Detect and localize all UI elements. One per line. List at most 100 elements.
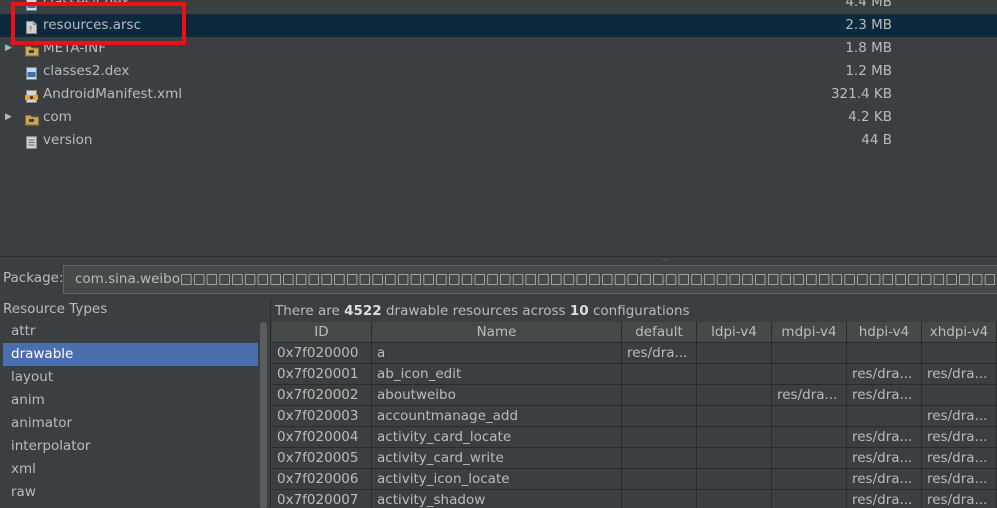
tree-item-name: AndroidManifest.xml: [43, 86, 182, 102]
resource-type-anim[interactable]: anim: [3, 389, 258, 412]
resource-types-panel: Resource Types attr drawable layout anim ani…: [0, 298, 271, 508]
column-header[interactable]: ID: [272, 322, 372, 343]
table-cell: res/dra...: [922, 406, 997, 427]
table-cell: res/dra...: [622, 343, 697, 364]
table-cell: [697, 406, 772, 427]
table-header: ID Name default ldpi-v4 mdpi-v4 hdpi-v4 xhdpi-…: [272, 322, 997, 343]
table-cell: [697, 343, 772, 364]
table-cell: res/dra...: [922, 448, 997, 469]
table-cell: [697, 469, 772, 490]
summary-prefix: There are: [275, 303, 345, 319]
resource-type-raw[interactable]: raw: [3, 481, 258, 504]
tree-row[interactable]: ? resources.arsc 2.3 MB: [0, 14, 997, 37]
table-summary: There are 4522 drawable resources across…: [275, 303, 690, 319]
tree-row[interactable]: classes2.dex 1.2 MB: [0, 60, 997, 83]
table-cell: res/dra...: [922, 469, 997, 490]
table-row[interactable]: 0x7f020003 accountmanage_add res/dra...: [272, 406, 997, 427]
package-field[interactable]: com.sina.weibo□□□□□□□□□□□□□□□□□□□□□□□□□□…: [63, 265, 997, 294]
table-cell: [697, 427, 772, 448]
file-icon: ?: [25, 19, 38, 34]
column-header[interactable]: mdpi-v4: [772, 322, 847, 343]
table-cell: 0x7f020007: [272, 490, 372, 508]
table-cell: 0x7f020006: [272, 469, 372, 490]
resource-type-animator[interactable]: animator: [3, 412, 258, 435]
column-header[interactable]: xhdpi-v4: [922, 322, 997, 343]
table-cell: ab_icon_edit: [372, 364, 622, 385]
tree-item-size: 4.4 MB: [845, 0, 892, 10]
table-cell: [922, 343, 997, 364]
tree-row[interactable]: classes4.dex 4.4 MB: [0, 0, 997, 14]
table-cell: res/dra...: [922, 364, 997, 385]
table-cell: [622, 427, 697, 448]
config-count: 10: [569, 303, 589, 319]
tree-row[interactable]: ▶ META-INF 1.8 MB: [0, 37, 997, 60]
resource-type-interpolator[interactable]: interpolator: [3, 435, 258, 458]
table-cell: [697, 385, 772, 406]
tree-item-size: 1.2 MB: [845, 63, 892, 79]
tree-row[interactable]: AndroidManifest.xml 321.4 KB: [0, 83, 997, 106]
table-cell: [772, 427, 847, 448]
table-cell: res/dra...: [772, 385, 847, 406]
package-label: Package:: [3, 270, 64, 286]
file-tree: classes4.dex 4.4 MB? resources.arsc 2.3 MB ▶…: [0, 0, 997, 256]
table-cell: res/dra...: [847, 427, 922, 448]
tree-item-size: 321.4 KB: [830, 86, 892, 102]
table-cell: res/dra...: [847, 448, 922, 469]
text-file-icon: [25, 134, 38, 149]
table-row[interactable]: 0x7f020002 aboutweibo res/dra... res/dra...: [272, 385, 997, 406]
tree-item-name: resources.arsc: [43, 17, 141, 33]
resource-types-scrollbar[interactable]: [259, 320, 268, 508]
table-cell: 0x7f020003: [272, 406, 372, 427]
expand-arrow-icon[interactable]: ▶: [5, 37, 15, 60]
column-header[interactable]: Name: [372, 322, 622, 343]
table-row[interactable]: 0x7f020001 ab_icon_edit res/dra... res/dra.…: [272, 364, 997, 385]
table-cell: [622, 469, 697, 490]
table-cell: [622, 385, 697, 406]
table-cell: res/dra...: [922, 427, 997, 448]
table-row[interactable]: 0x7f020004 activity_card_locate res/dra...…: [272, 427, 997, 448]
table-cell: [772, 406, 847, 427]
table-cell: 0x7f020005: [272, 448, 372, 469]
tree-item-size: 44 B: [861, 132, 892, 148]
tree-row[interactable]: version 44 B: [0, 129, 997, 152]
tree-item-name: version: [43, 132, 93, 148]
table-cell: [772, 364, 847, 385]
resource-type-xml[interactable]: xml: [3, 458, 258, 481]
table-row[interactable]: 0x7f020006 activity_icon_locate res/dra...…: [272, 469, 997, 490]
tree-row[interactable]: ▶ com 4.2 KB: [0, 106, 997, 129]
table-cell: [697, 448, 772, 469]
package-row: Package: com.sina.weibo□□□□□□□□□□□□□□□□□…: [0, 262, 997, 296]
resource-types-title: Resource Types: [3, 301, 108, 317]
xml-file-icon: [25, 88, 38, 103]
resource-type-drawable[interactable]: drawable: [3, 343, 258, 366]
table-row[interactable]: 0x7f020000 a res/dra...: [272, 343, 997, 364]
table-cell: 0x7f020000: [272, 343, 372, 364]
table-cell: 0x7f020002: [272, 385, 372, 406]
table-row[interactable]: 0x7f020007 activity_shadow res/dra... res/d…: [272, 490, 997, 508]
scrollbar-thumb[interactable]: [260, 322, 267, 508]
table-cell: [922, 385, 997, 406]
resources-table: ID Name default ldpi-v4 mdpi-v4 hdpi-v4 xhdpi-…: [272, 322, 997, 508]
resource-count: 4522: [344, 303, 382, 319]
dex-file-icon: [25, 65, 38, 80]
table-cell: [622, 448, 697, 469]
tree-item-name: classes4.dex: [43, 0, 130, 10]
table-cell: res/dra...: [847, 364, 922, 385]
table-cell: activity_card_write: [372, 448, 622, 469]
table-cell: [697, 364, 772, 385]
summary-mid: drawable resources across: [381, 303, 570, 319]
column-header[interactable]: hdpi-v4: [847, 322, 922, 343]
table-cell: [847, 406, 922, 427]
expand-arrow-icon[interactable]: ▶: [5, 106, 15, 129]
svg-text:?: ?: [29, 26, 33, 34]
column-header[interactable]: ldpi-v4: [697, 322, 772, 343]
resource-type-attr[interactable]: attr: [3, 320, 258, 343]
tree-item-name: classes2.dex: [43, 63, 130, 79]
table-cell: accountmanage_add: [372, 406, 622, 427]
table-row[interactable]: 0x7f020005 activity_card_write res/dra... r…: [272, 448, 997, 469]
table-cell: [772, 448, 847, 469]
column-header[interactable]: default: [622, 322, 697, 343]
resource-type-layout[interactable]: layout: [3, 366, 258, 389]
table-cell: [772, 490, 847, 508]
table-cell: res/dra...: [847, 469, 922, 490]
